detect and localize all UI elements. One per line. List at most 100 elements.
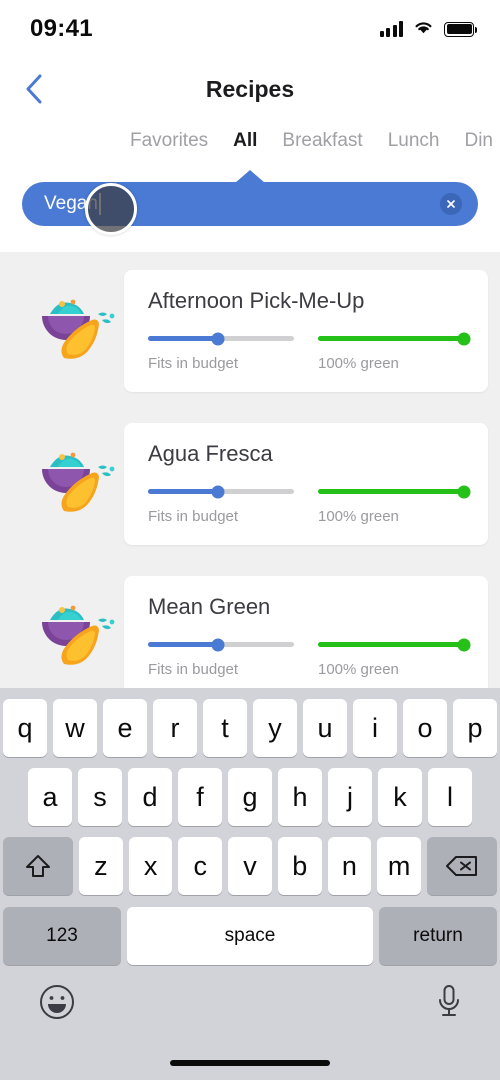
- budget-slider-knob: [211, 638, 225, 651]
- backspace-key[interactable]: [427, 837, 498, 895]
- clear-circle-x-icon: [447, 200, 455, 208]
- budget-slider-fill: [148, 489, 219, 494]
- key-d[interactable]: d: [128, 768, 172, 826]
- keyboard-row-3: z x c v b n m: [0, 826, 500, 895]
- key-v[interactable]: v: [228, 837, 272, 895]
- key-m[interactable]: m: [377, 837, 422, 895]
- key-e[interactable]: e: [103, 699, 147, 757]
- key-o[interactable]: o: [403, 699, 447, 757]
- budget-meter[interactable]: Fits in budget: [148, 638, 294, 678]
- back-chevron-icon: [26, 74, 42, 104]
- numbers-key[interactable]: 123: [3, 907, 121, 965]
- backspace-delete-icon: [446, 856, 478, 876]
- budget-label: Fits in budget: [148, 661, 239, 678]
- emoji-key[interactable]: [38, 983, 76, 1026]
- tab-breakfast[interactable]: Breakfast: [282, 130, 362, 152]
- key-q[interactable]: q: [3, 699, 47, 757]
- recipe-list[interactable]: Afternoon Pick-Me-Up Fits in budget 100%…: [0, 252, 500, 688]
- key-n[interactable]: n: [327, 837, 372, 895]
- tab-favorites[interactable]: Favorites: [130, 130, 208, 152]
- shift-arrow-icon: [25, 855, 50, 877]
- keyboard-bottom-bar: [0, 965, 500, 1026]
- status-icons: [379, 19, 478, 40]
- recipe-meters: Fits in budget 100% green: [148, 332, 471, 372]
- microphone-icon: [439, 985, 459, 1016]
- list-item[interactable]: Agua Fresca Fits in budget 100% green: [0, 405, 500, 558]
- key-z[interactable]: z: [78, 837, 123, 895]
- onscreen-keyboard[interactable]: q w e r t y u i o p a s d f g h j k l z …: [0, 688, 500, 1080]
- budget-label: Fits in budget: [148, 355, 239, 372]
- touch-cursor-indicator: [85, 183, 137, 235]
- salad-bowl-carrot-illustration: [42, 452, 115, 512]
- back-button[interactable]: [12, 67, 56, 111]
- budget-meter[interactable]: Fits in budget: [148, 485, 294, 525]
- green-slider-track[interactable]: [318, 332, 471, 345]
- status-bar: 09:41: [0, 0, 500, 58]
- recipe-meters: Fits in budget 100% green: [148, 485, 471, 525]
- category-tabs: Favorites All Breakfast Lunch Din: [0, 120, 500, 164]
- emoji-smiley-icon: [40, 985, 74, 1019]
- tab-lunch[interactable]: Lunch: [388, 130, 440, 152]
- key-x[interactable]: x: [128, 837, 173, 895]
- home-indicator: [170, 1060, 330, 1066]
- page-title: Recipes: [205, 75, 295, 102]
- key-c[interactable]: c: [178, 837, 223, 895]
- space-key[interactable]: space: [127, 907, 373, 965]
- budget-slider-fill: [148, 642, 219, 647]
- key-s[interactable]: s: [78, 768, 122, 826]
- salad-bowl-carrot-illustration: [42, 299, 115, 359]
- key-b[interactable]: b: [277, 837, 322, 895]
- salad-bowl-carrot-illustration: [42, 605, 115, 665]
- tab-dinner[interactable]: Din: [464, 130, 493, 152]
- recipe-title: Afternoon Pick-Me-Up: [148, 288, 365, 313]
- key-r[interactable]: r: [153, 699, 197, 757]
- budget-slider-track[interactable]: [148, 332, 294, 345]
- recipe-card[interactable]: Mean Green Fits in budget 100% green: [124, 576, 488, 688]
- green-meter[interactable]: 100% green: [318, 638, 471, 678]
- budget-slider-fill: [148, 336, 219, 341]
- key-u[interactable]: u: [303, 699, 347, 757]
- tab-all[interactable]: All: [233, 130, 257, 152]
- recipe-title: Mean Green: [148, 594, 271, 619]
- battery-full-icon: [444, 21, 478, 37]
- key-k[interactable]: k: [378, 768, 422, 826]
- green-slider-track[interactable]: [318, 485, 471, 498]
- green-slider-knob: [457, 485, 471, 498]
- green-label: 100% green: [318, 508, 399, 525]
- key-j[interactable]: j: [328, 768, 372, 826]
- key-a[interactable]: a: [28, 768, 72, 826]
- budget-slider-track[interactable]: [148, 485, 294, 498]
- keyboard-row-4: 123 space return: [0, 895, 500, 965]
- key-w[interactable]: w: [53, 699, 97, 757]
- key-t[interactable]: t: [203, 699, 247, 757]
- cellular-signal-icon: [379, 21, 403, 37]
- key-l[interactable]: l: [428, 768, 472, 826]
- green-meter[interactable]: 100% green: [318, 485, 471, 525]
- budget-label: Fits in budget: [148, 508, 239, 525]
- key-g[interactable]: g: [228, 768, 272, 826]
- list-item[interactable]: Mean Green Fits in budget 100% green: [0, 558, 500, 688]
- return-key[interactable]: return: [379, 907, 497, 965]
- recipe-meters: Fits in budget 100% green: [148, 638, 471, 678]
- budget-slider-track[interactable]: [148, 638, 294, 651]
- key-p[interactable]: p: [453, 699, 497, 757]
- key-h[interactable]: h: [278, 768, 322, 826]
- search-clear-button[interactable]: [440, 193, 462, 215]
- list-item[interactable]: Afternoon Pick-Me-Up Fits in budget 100%…: [0, 252, 500, 405]
- dictation-key[interactable]: [436, 983, 462, 1026]
- recipe-card[interactable]: Agua Fresca Fits in budget 100% green: [124, 423, 488, 545]
- wifi-icon: [413, 19, 434, 40]
- key-i[interactable]: i: [353, 699, 397, 757]
- key-y[interactable]: y: [253, 699, 297, 757]
- green-meter[interactable]: 100% green: [318, 332, 471, 372]
- key-f[interactable]: f: [178, 768, 222, 826]
- shift-key[interactable]: [2, 837, 73, 895]
- keyboard-row-1: q w e r t y u i o p: [0, 688, 500, 757]
- green-slider-track[interactable]: [318, 638, 471, 651]
- green-slider-fill: [318, 489, 464, 494]
- budget-slider-knob: [211, 332, 225, 345]
- budget-meter[interactable]: Fits in budget: [148, 332, 294, 372]
- navigation-bar: Recipes: [0, 58, 500, 120]
- recipe-card[interactable]: Afternoon Pick-Me-Up Fits in budget 100%…: [124, 270, 488, 392]
- green-slider-fill: [318, 336, 464, 341]
